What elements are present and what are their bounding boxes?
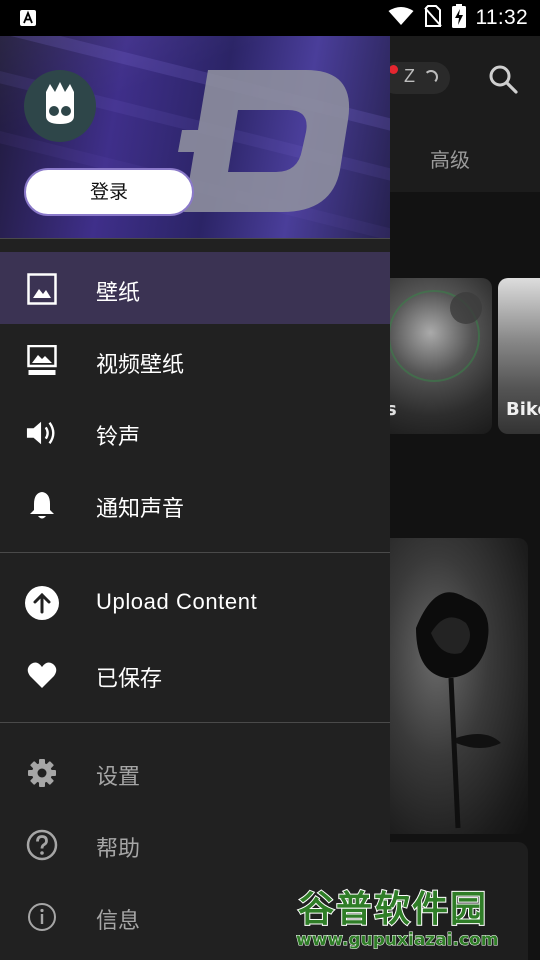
login-button[interactable]: 登录: [24, 168, 194, 216]
menu-item-wallpapers[interactable]: 壁纸: [0, 252, 390, 324]
gear-icon: [26, 757, 58, 789]
divider: [0, 552, 390, 553]
divider: [0, 238, 390, 239]
volume-icon: [26, 417, 58, 449]
rose-wallpaper-card[interactable]: [376, 538, 528, 834]
menu-label: 信息: [96, 909, 141, 934]
battery-charging-icon: [451, 4, 466, 32]
menu-item-ringtones[interactable]: 铃声: [0, 396, 390, 468]
upload-icon: [24, 585, 60, 621]
watermark-url: www.gupuxiazai.com: [295, 930, 499, 951]
menu-label: 帮助: [96, 837, 141, 862]
notification-dot: [389, 65, 398, 74]
menu-item-settings[interactable]: 设置: [0, 736, 390, 808]
menu-item-notification-sounds[interactable]: 通知声音: [0, 468, 390, 540]
watermark: 谷普软件园 www.gupuxiazai.com: [294, 872, 540, 960]
loading-spinner-icon: [424, 70, 438, 84]
menu-label: 通知声音: [96, 497, 185, 522]
clock: 11:32: [475, 6, 528, 29]
image-icon: [26, 273, 58, 305]
tab-advanced[interactable]: 高级: [430, 144, 470, 173]
drawer-header: 登录: [0, 36, 390, 238]
watermark-title: 谷普软件园: [297, 888, 489, 931]
card-label: Bike: [506, 399, 540, 420]
menu-label: 壁纸: [96, 281, 141, 306]
menu-item-video-wallpapers[interactable]: 视频壁纸: [0, 324, 390, 396]
video-wallpaper-icon: [26, 345, 58, 377]
avatar[interactable]: [24, 70, 96, 142]
no-sim-icon: [423, 5, 442, 31]
menu-label: 视频壁纸: [96, 353, 185, 378]
search-icon[interactable]: [488, 64, 518, 98]
navigation-drawer: 登录 壁纸 视频壁纸 铃声 通知声音 Upload Content 已保存 设置…: [0, 36, 390, 960]
info-icon: [26, 901, 58, 933]
menu-item-help[interactable]: 帮助: [0, 808, 390, 880]
bell-icon: [26, 489, 58, 521]
wallpaper-card[interactable]: Bike: [498, 278, 540, 434]
wifi-icon: [388, 6, 414, 30]
wallpaper-card[interactable]: s: [380, 278, 492, 434]
help-icon: [26, 829, 58, 861]
font-a-icon: [20, 10, 36, 26]
menu-label: 铃声: [96, 425, 141, 450]
menu-item-upload-content[interactable]: Upload Content: [0, 566, 390, 638]
menu-label: 已保存: [96, 667, 163, 692]
menu-item-saved[interactable]: 已保存: [0, 638, 390, 710]
heart-icon: [26, 659, 58, 691]
pill-letter: Z: [404, 66, 415, 86]
gallery-icon: [450, 292, 482, 324]
status-bar: 11:32: [0, 0, 540, 36]
menu-label: 设置: [96, 765, 141, 790]
divider: [0, 722, 390, 723]
menu-label: Upload Content: [96, 589, 258, 614]
zedge-logo-icon: [178, 70, 356, 216]
